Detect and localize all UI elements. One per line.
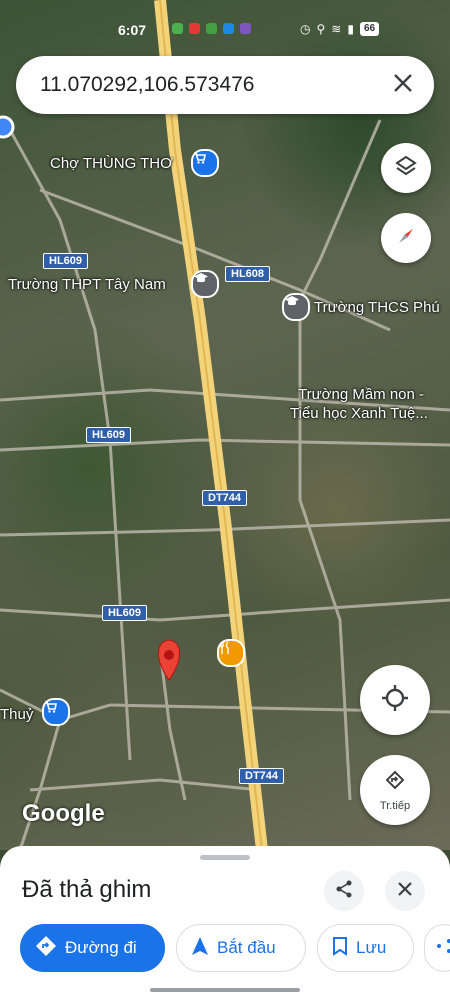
restaurant-icon[interactable] [217,639,245,667]
alarm-icon: ◷ [300,22,311,36]
google-attribution: Google [22,800,105,827]
share-button[interactable] [324,871,364,911]
search-bar[interactable]: 11.070292,106.573476 [16,56,434,114]
road-minor [29,778,261,792]
status-time: 6:07 [118,22,147,38]
my-location-button[interactable] [360,665,430,735]
place-label[interactable]: Thuỷ [0,706,33,723]
shopping-cart-icon[interactable] [191,149,219,177]
app-notification-icon [206,23,217,34]
road-label: HL608 [225,266,271,282]
school-icon[interactable] [191,270,219,298]
school-icon[interactable] [282,293,310,321]
layers-icon [394,154,418,183]
layers-button[interactable] [381,143,431,193]
search-query[interactable]: 11.070292,106.573476 [40,73,255,97]
place-label[interactable]: Trường Mầm non - [298,386,424,403]
signal-icon: ▮ [347,22,354,36]
place-label[interactable]: Chợ THÙNG THƠ [50,155,173,172]
app-notification-icon [189,23,200,34]
app-notification-icon [172,23,183,34]
road-minor [298,119,382,301]
system-icons: ◷ ⚲ ≋ ▮ 66 [300,22,380,36]
road-label: HL609 [43,253,89,269]
start-label: Bắt đầu [217,938,276,957]
directions-label: Đường đi [65,938,137,957]
close-icon [397,881,413,902]
navigation-arrow-icon [191,936,209,961]
compass-icon [394,224,418,253]
status-bar: 6:07 ◷ ⚲ ≋ ▮ 66 [0,18,450,44]
close-sheet-button[interactable] [385,871,425,911]
road-label: DT744 [202,490,248,506]
place-sheet[interactable]: Đã thả ghim Đường đi Bắt đầu Lưu [0,846,450,1000]
navigate-button[interactable]: Tr.tiếp [360,755,430,825]
road-minor [298,300,352,801]
place-label[interactable]: Trường THPT Tây Nam [8,276,166,293]
navigate-label: Tr.tiếp [379,799,411,812]
app-notification-icon [223,23,234,34]
place-label[interactable]: Tiểu học Xanh Tuệ... [290,405,428,422]
battery-icon: 66 [359,22,380,36]
directions-button[interactable]: Đường đi [20,924,165,972]
wifi-icon: ≋ [331,22,342,36]
bookmark-icon [332,936,348,961]
app-notification-icon [240,23,251,34]
road-label: HL609 [86,427,132,443]
sheet-drag-handle[interactable] [200,855,250,860]
more-actions-button[interactable] [424,924,450,972]
directions-icon [35,935,57,962]
share-icon [435,937,450,960]
save-button[interactable]: Lưu [317,924,414,972]
road-label: HL609 [102,605,148,621]
sheet-title: Đã thả ghim [22,876,152,903]
location-icon: ⚲ [316,22,326,36]
close-icon[interactable] [390,72,416,98]
road-minor [0,598,450,622]
notification-icons [172,23,251,34]
share-icon [334,879,354,904]
save-label: Lưu [356,938,387,957]
current-location-dot [0,115,15,139]
start-button[interactable]: Bắt đầu [176,924,306,972]
my-location-icon [380,683,410,718]
home-indicator[interactable] [150,988,300,992]
navigation-icon [383,769,407,798]
compass-button[interactable] [381,213,431,263]
place-label[interactable]: Trường THCS Phú [314,299,440,316]
shopping-cart-icon[interactable] [42,698,70,726]
road-minor [0,438,450,452]
road-minor [18,719,62,850]
road-label: DT744 [239,768,285,784]
